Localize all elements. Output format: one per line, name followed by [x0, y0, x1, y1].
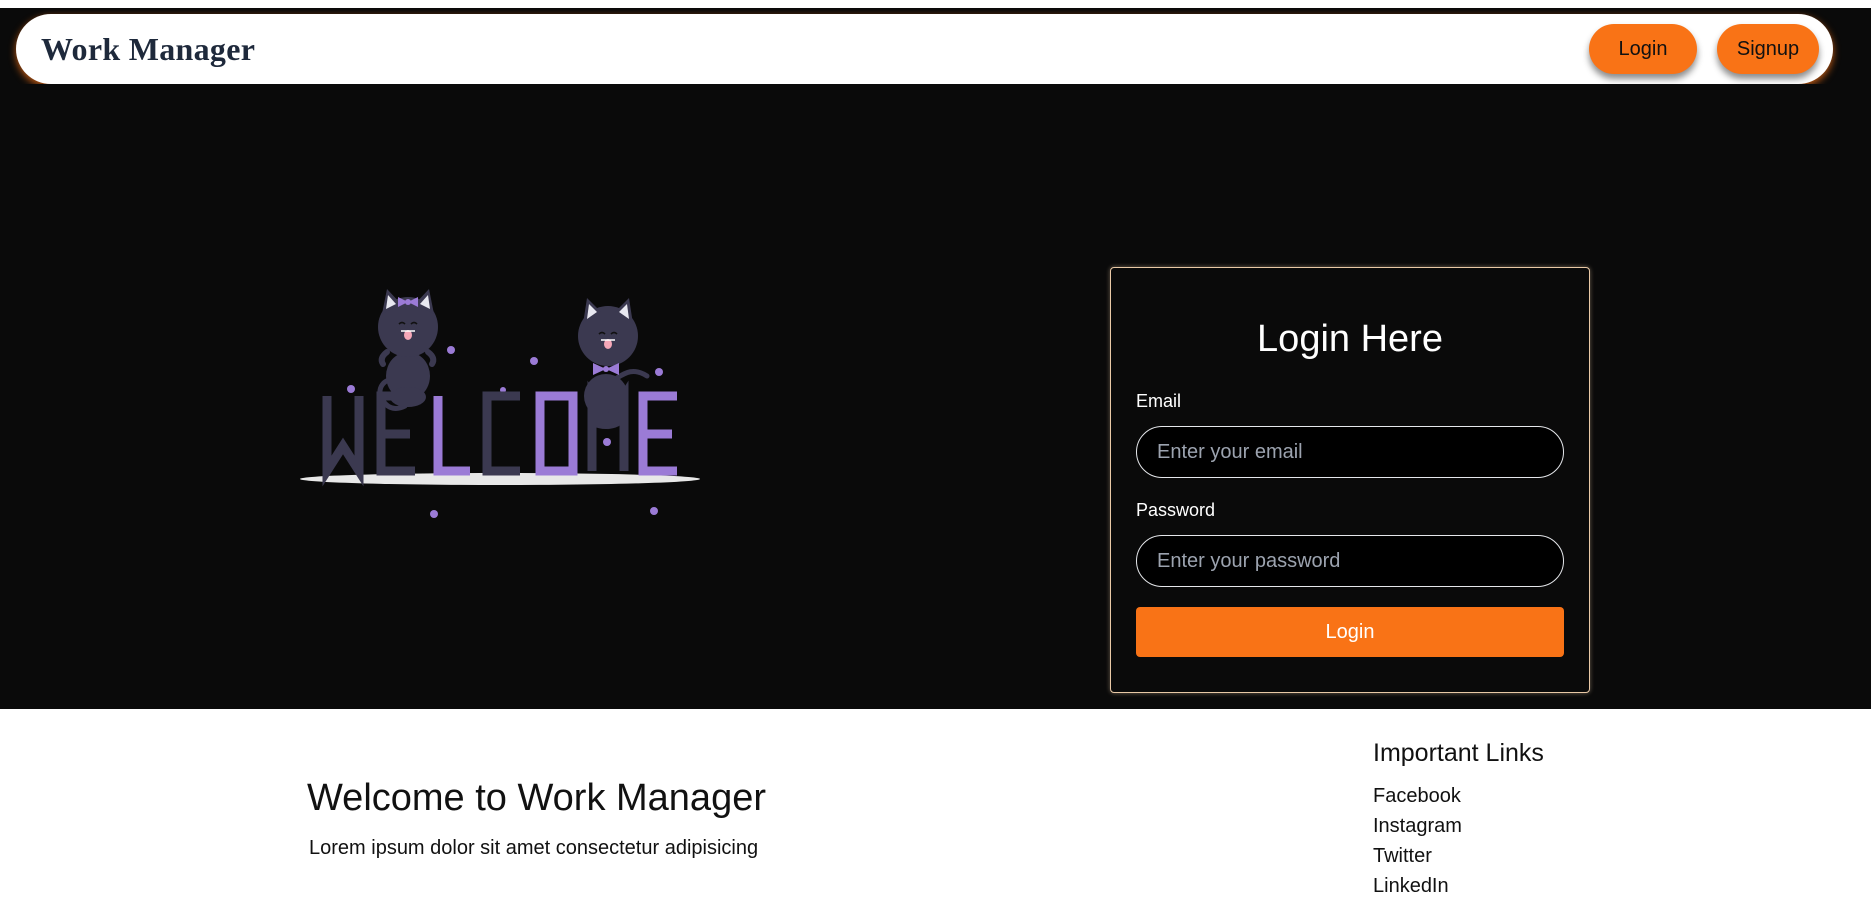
brand-logo[interactable]: Work Manager: [41, 31, 255, 68]
footer-title: Welcome to Work Manager: [307, 777, 766, 819]
password-label: Password: [1136, 500, 1216, 520]
navbar: Work Manager Login Signup: [16, 14, 1833, 84]
email-input[interactable]: [1136, 426, 1564, 478]
instagram-link[interactable]: Instagram: [1373, 815, 1462, 837]
nav-actions: Login Signup: [1589, 24, 1819, 74]
top-strip: [0, 0, 1871, 8]
linkedin-link[interactable]: LinkedIn: [1373, 875, 1449, 897]
important-links-list: Facebook Instagram Twitter LinkedIn: [1373, 785, 1462, 905]
cat-left: [377, 289, 438, 411]
login-title: Login Here: [1257, 318, 1443, 360]
hero-section: Login Here Email Password Login: [0, 84, 1871, 709]
important-links-title: Important Links: [1373, 739, 1544, 767]
nav-signup-button[interactable]: Signup: [1717, 24, 1819, 74]
facebook-link[interactable]: Facebook: [1373, 785, 1461, 807]
nav-login-button[interactable]: Login: [1589, 24, 1697, 74]
login-card: Login Here Email Password Login: [1110, 267, 1590, 693]
email-label: Email: [1136, 391, 1182, 411]
footer: Welcome to Work Manager Lorem ipsum dolo…: [0, 709, 1871, 907]
list-item: Facebook: [1373, 785, 1462, 815]
password-input[interactable]: [1136, 535, 1564, 587]
list-item: Instagram: [1373, 815, 1462, 845]
welcome-letters: [322, 380, 677, 487]
welcome-illustration: [300, 289, 700, 518]
twitter-link[interactable]: Twitter: [1373, 845, 1432, 867]
list-item: Twitter: [1373, 845, 1462, 875]
login-submit-button[interactable]: Login: [1136, 607, 1564, 657]
footer-description: Lorem ipsum dolor sit amet consectetur a…: [309, 837, 759, 859]
list-item: LinkedIn: [1373, 875, 1462, 905]
